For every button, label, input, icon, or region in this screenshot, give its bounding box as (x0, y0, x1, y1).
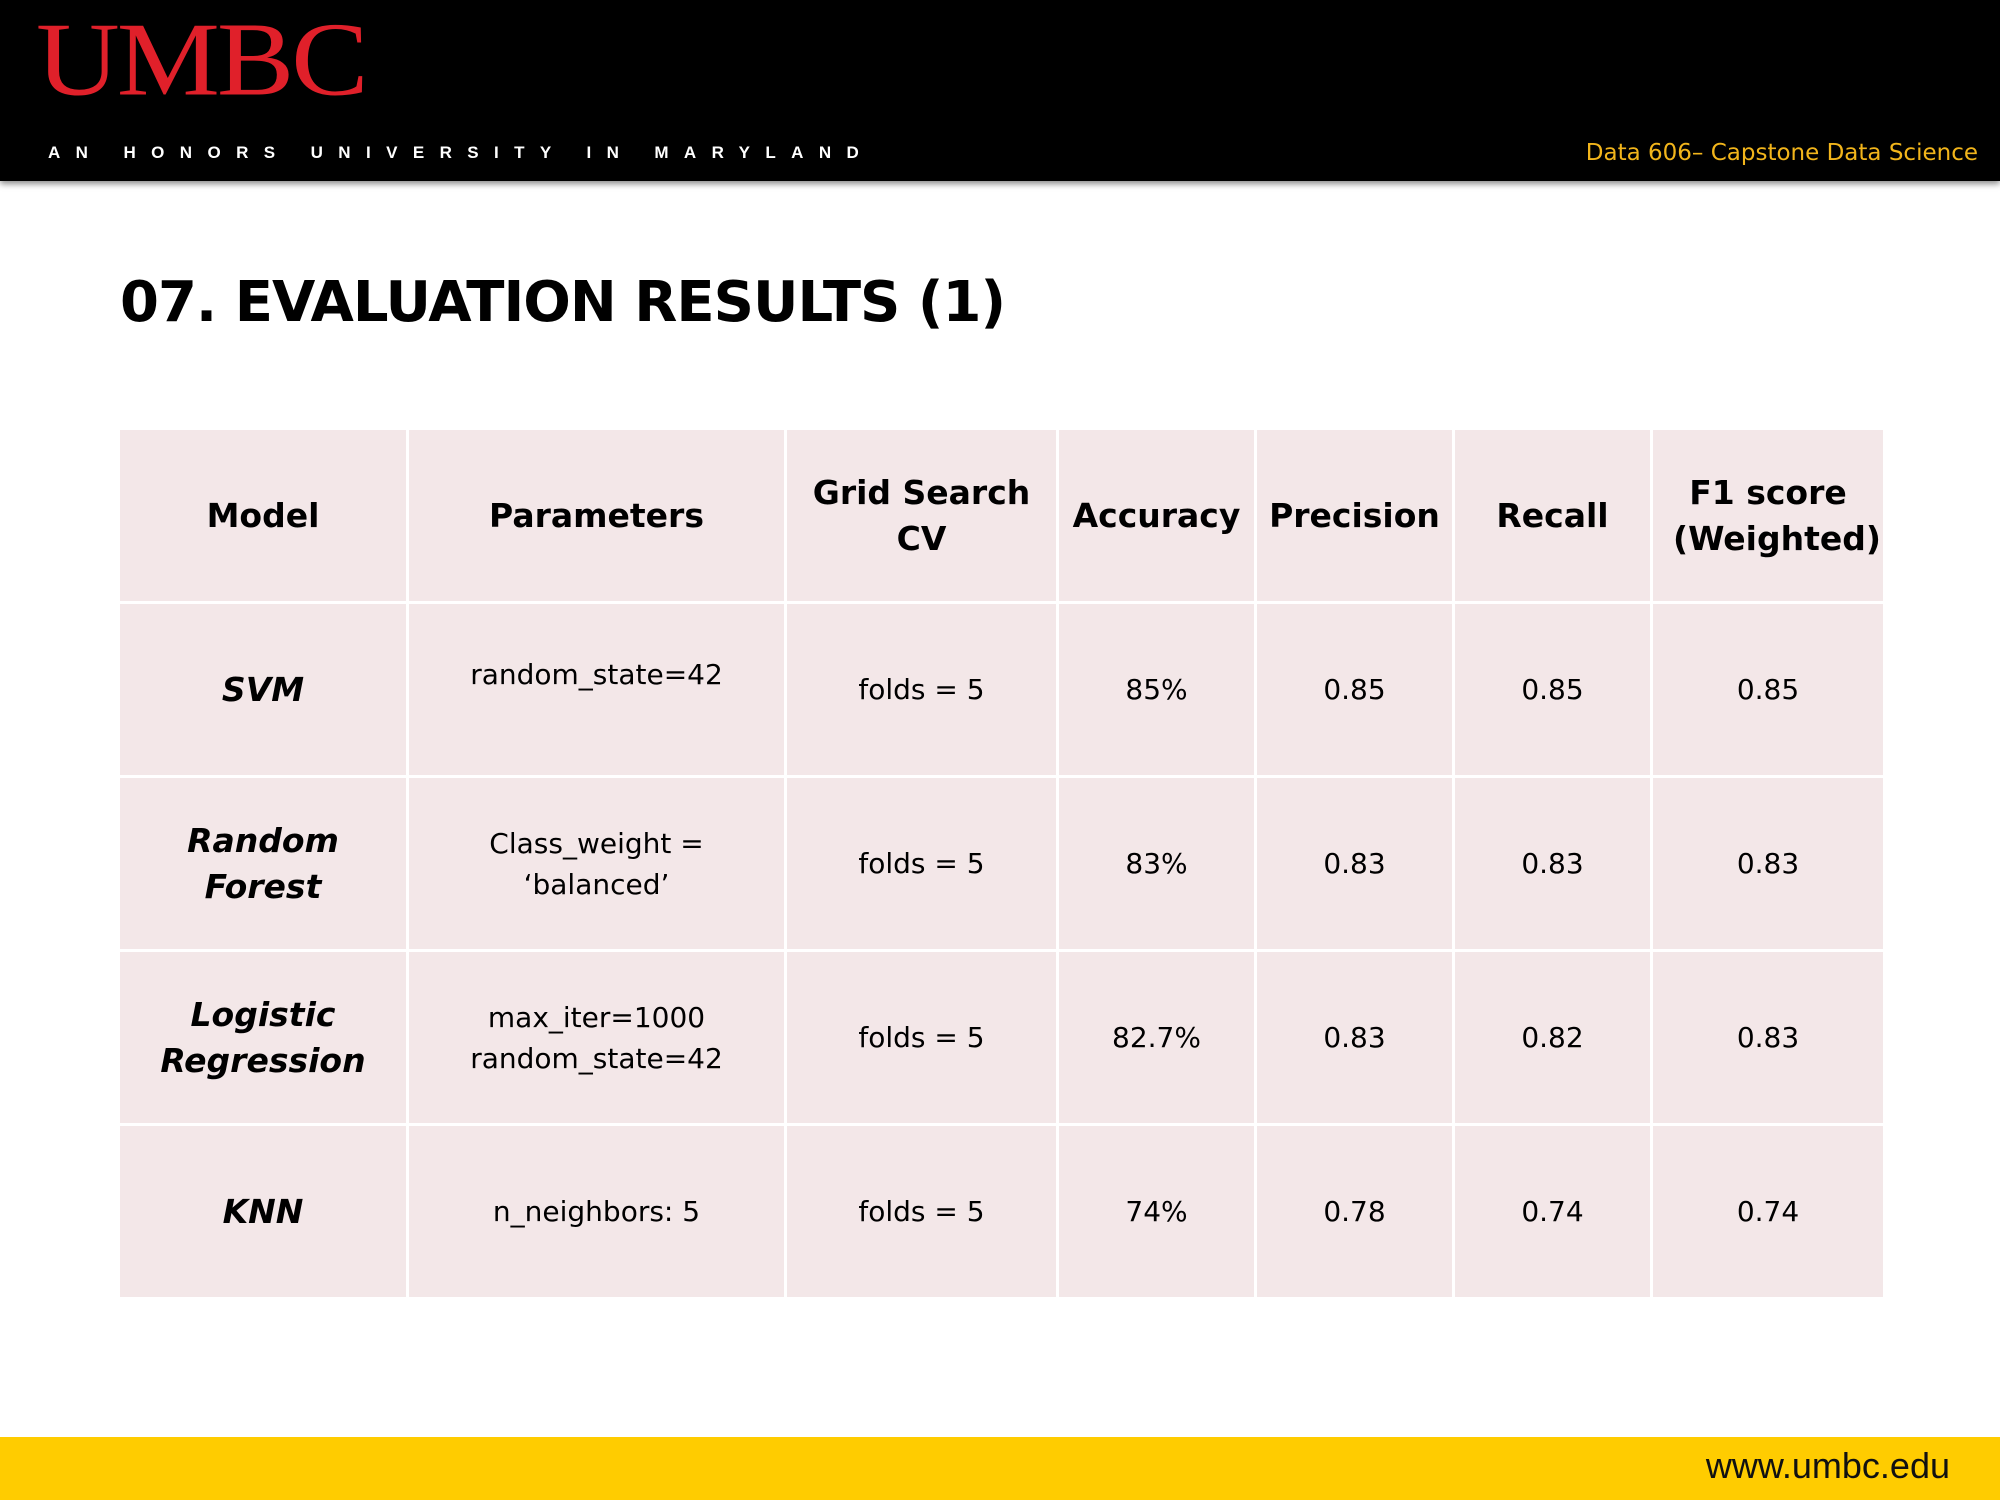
header-bar: UMBC AN HONORS UNIVERSITY IN MARYLAND Da… (0, 0, 2000, 181)
parameter-line: random_state=42 (470, 658, 723, 691)
recall-value: 0.85 (1452, 601, 1653, 778)
precision-value: 0.85 (1254, 601, 1455, 778)
grid-search-cv-value: folds = 5 (784, 601, 1059, 778)
grid-search-cv-value: folds = 5 (784, 1123, 1059, 1300)
accuracy-value: 83% (1056, 775, 1257, 952)
website-url: www.umbc.edu (1705, 1445, 1950, 1486)
parameter-line: random_state=42 (470, 1041, 723, 1075)
slide-title: 07. EVALUATION RESULTS (1) (120, 270, 1006, 335)
model-parameters: max_iter=1000 random_state=42 (406, 949, 787, 1126)
grid-search-cv-value: folds = 5 (784, 949, 1059, 1126)
model-name: Random Forest (117, 775, 409, 952)
table-row: Random Forest Class_weight = ‘balanced’ … (117, 775, 1886, 952)
university-tagline: AN HONORS UNIVERSITY IN MARYLAND (48, 143, 875, 162)
column-header-accuracy: Accuracy (1056, 427, 1257, 604)
table-row: KNN n_neighbors: 5 folds = 5 74% 0.78 0.… (117, 1123, 1886, 1300)
parameter-line: max_iter=1000 (487, 1000, 706, 1034)
course-name: Data 606– Capstone Data Science (1585, 140, 1978, 166)
table-row: Logistic Regression max_iter=1000 random_… (117, 949, 1886, 1126)
model-parameters: n_neighbors: 5 (406, 1123, 787, 1300)
recall-value: 0.83 (1452, 775, 1653, 952)
column-header-precision: Precision (1254, 427, 1455, 604)
model-name: SVM (117, 601, 409, 778)
column-header-recall: Recall (1452, 427, 1653, 604)
column-header-f1-score: F1 score (Weighted) (1650, 427, 1886, 604)
model-parameters: Class_weight = ‘balanced’ (406, 775, 787, 952)
accuracy-value: 82.7% (1056, 949, 1257, 1126)
recall-value: 0.82 (1452, 949, 1653, 1126)
accuracy-value: 74% (1056, 1123, 1257, 1300)
f1-score-value: 0.74 (1650, 1123, 1886, 1300)
f1-score-value: 0.83 (1650, 775, 1886, 952)
parameter-line: n_neighbors: 5 (492, 1195, 701, 1228)
precision-value: 0.78 (1254, 1123, 1455, 1300)
recall-value: 0.74 (1452, 1123, 1653, 1300)
table-row: SVM random_state=42 folds = 5 85% 0.85 0… (117, 601, 1886, 778)
f1-score-value: 0.85 (1650, 601, 1886, 778)
model-parameters: random_state=42 (406, 601, 787, 778)
accuracy-value: 85% (1056, 601, 1257, 778)
footer-bar: www.umbc.edu (0, 1437, 2000, 1500)
column-header-grid-search-cv: Grid Search CV (784, 427, 1059, 604)
column-header-model: Model (117, 427, 409, 604)
table-header-row: Model Parameters Grid Search CV Accuracy… (117, 427, 1886, 604)
precision-value: 0.83 (1254, 775, 1455, 952)
column-header-parameters: Parameters (406, 427, 787, 604)
f1-score-value: 0.83 (1650, 949, 1886, 1126)
parameter-line: Class_weight = ‘balanced’ (489, 826, 704, 901)
model-name: Logistic Regression (117, 949, 409, 1126)
grid-search-cv-value: folds = 5 (784, 775, 1059, 952)
model-name: KNN (117, 1123, 409, 1300)
results-table: Model Parameters Grid Search CV Accuracy… (117, 427, 1886, 1300)
umbc-logo: UMBC (36, 2, 369, 118)
precision-value: 0.83 (1254, 949, 1455, 1126)
